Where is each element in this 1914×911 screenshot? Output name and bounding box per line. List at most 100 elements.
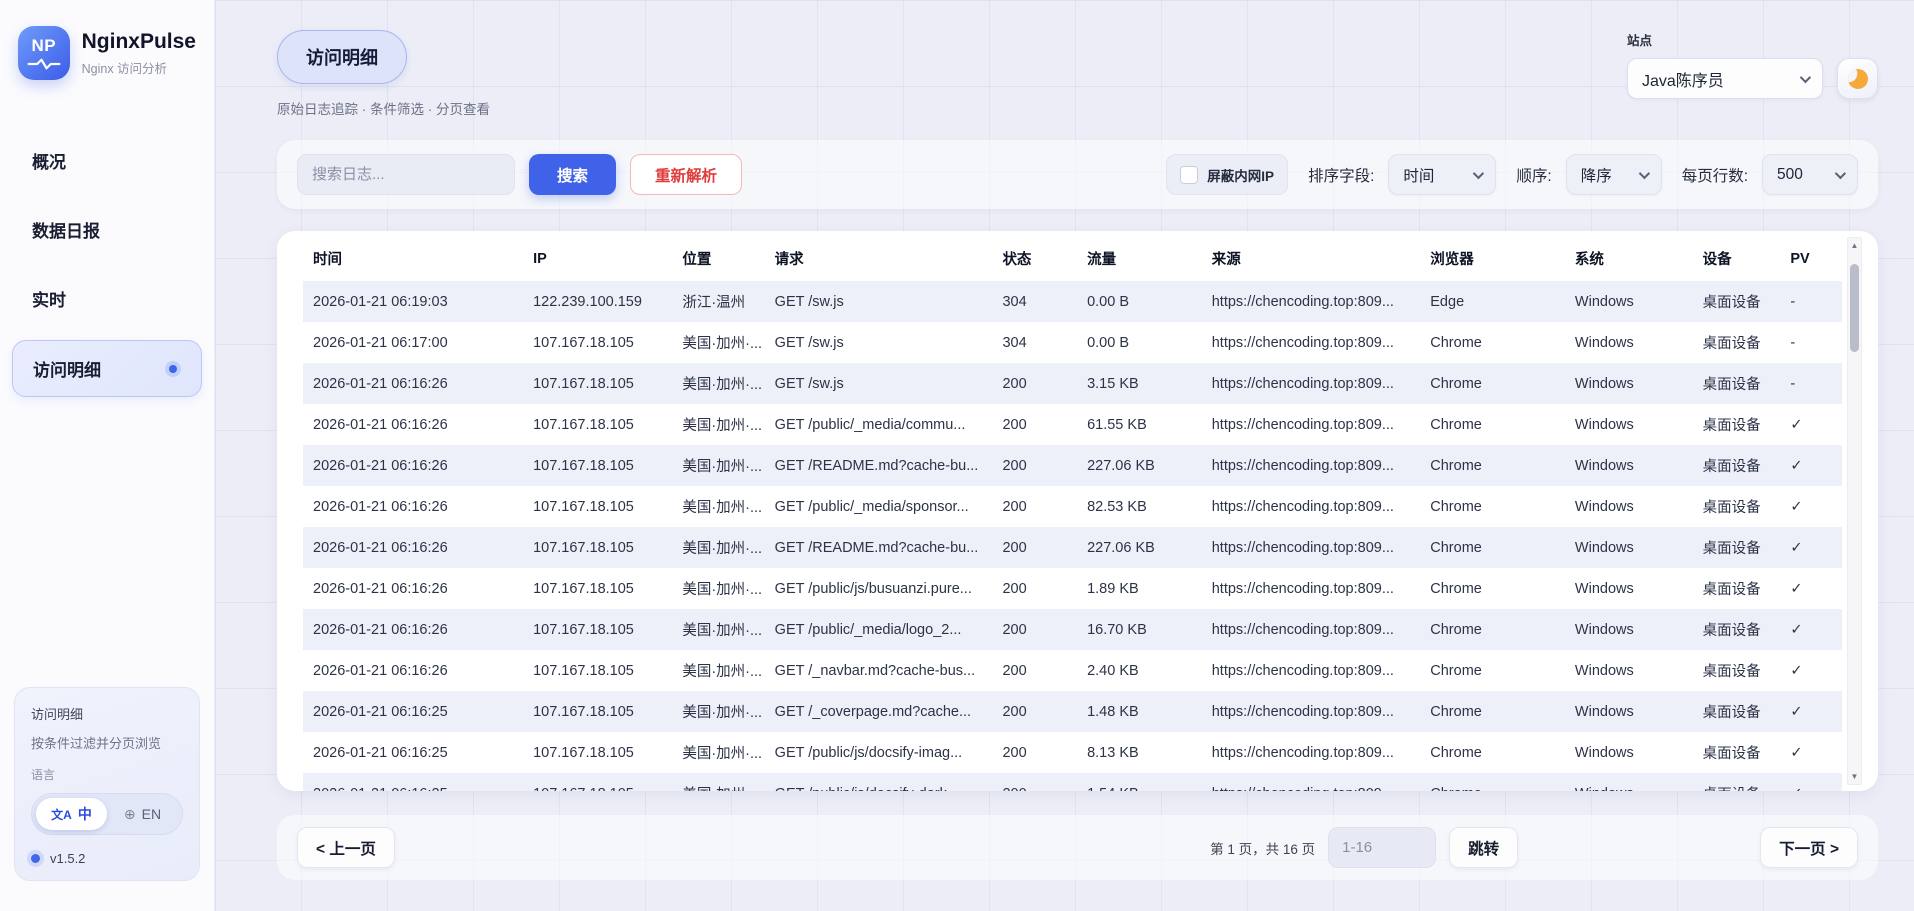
search-input[interactable] (297, 154, 515, 195)
theme-toggle-button[interactable] (1837, 58, 1878, 99)
pulse-line-icon (27, 58, 61, 70)
block-internal-ip-checkbox[interactable] (1180, 166, 1198, 184)
sidebar-item-1[interactable]: 数据日报 (12, 202, 202, 257)
page-info: 第 1 页，共 16 页 (1210, 838, 1315, 858)
page-subtitle: 原始日志追踪 · 条件筛选 · 分页查看 (277, 98, 490, 118)
site-select-value: Java陈序员 (1642, 67, 1724, 91)
sort-field-select[interactable]: 时间 (1388, 154, 1496, 195)
cell-status: 200 (992, 404, 1077, 445)
cell-location: 浙江·温州 (672, 281, 764, 322)
scroll-down-icon[interactable]: ▼ (1848, 772, 1861, 781)
moon-icon (1845, 66, 1869, 90)
cell-status: 304 (992, 281, 1077, 322)
cell-referer: https://chencoding.top:809... (1202, 404, 1421, 445)
cell-request: GET /sw.js (765, 363, 993, 404)
cell-referer: https://chencoding.top:809... (1202, 650, 1421, 691)
cell-location: 美国·加州·... (672, 691, 764, 732)
rows-per-page-select[interactable]: 500 (1762, 154, 1858, 195)
cell-time: 2026-01-21 06:16:26 (303, 404, 523, 445)
language-option-zh-label: 中 (78, 804, 92, 824)
cell-time: 2026-01-21 06:16:26 (303, 363, 523, 404)
table-row: 2026-01-21 06:16:26107.167.18.105美国·加州·.… (303, 609, 1842, 650)
cell-traffic: 1.48 KB (1077, 691, 1202, 732)
rows-per-page-label: 每页行数: (1682, 164, 1748, 186)
sidebar-item-3[interactable]: 访问明细 (12, 340, 202, 397)
cell-pv: ✓ (1780, 486, 1842, 527)
scroll-up-icon[interactable]: ▲ (1848, 241, 1861, 250)
sidebar-item-label: 实时 (32, 286, 66, 311)
cell-referer: https://chencoding.top:809... (1202, 363, 1421, 404)
globe-icon: ⊕ (124, 806, 136, 823)
cell-device: 桌面设备 (1693, 773, 1781, 791)
cell-location: 美国·加州·... (672, 363, 764, 404)
cell-ip: 107.167.18.105 (523, 732, 672, 773)
cell-browser: Chrome (1420, 445, 1565, 486)
cell-device: 桌面设备 (1693, 363, 1781, 404)
cell-status: 200 (992, 609, 1077, 650)
cell-os: Windows (1565, 445, 1693, 486)
cell-request: GET /public/_media/commu... (765, 404, 993, 445)
table-row: 2026-01-21 06:19:03122.239.100.159浙江·温州G… (303, 281, 1842, 322)
sidebar-item-label: 数据日报 (32, 217, 100, 242)
cell-traffic: 227.06 KB (1077, 445, 1202, 486)
sidebar-item-0[interactable]: 概况 (12, 133, 202, 188)
sidebar-info-card: 访问明细 按条件过滤并分页浏览 语言 文A 中 ⊕ EN v1.5.2 (14, 687, 200, 881)
site-label: 站点 (1627, 30, 1823, 49)
language-option-zh[interactable]: 文A 中 (36, 798, 107, 830)
block-internal-ip-toggle[interactable]: 屏蔽内网IP (1166, 154, 1288, 195)
cell-request: GET /README.md?cache-bu... (765, 445, 993, 486)
cell-ip: 107.167.18.105 (523, 322, 672, 363)
cell-device: 桌面设备 (1693, 322, 1781, 363)
cell-location: 美国·加州·... (672, 404, 764, 445)
cell-pv: ✓ (1780, 527, 1842, 568)
table-scrollbar[interactable]: ▲ ▼ (1847, 237, 1862, 785)
cell-status: 200 (992, 691, 1077, 732)
cell-ip: 122.239.100.159 (523, 281, 672, 322)
cell-location: 美国·加州·... (672, 445, 764, 486)
cell-ip: 107.167.18.105 (523, 404, 672, 445)
order-select[interactable]: 降序 (1566, 154, 1662, 195)
sidebar-nav: 概况数据日报实时访问明细 (0, 126, 214, 404)
cell-device: 桌面设备 (1693, 281, 1781, 322)
cell-time: 2026-01-21 06:16:26 (303, 445, 523, 486)
cell-request: GET /sw.js (765, 322, 993, 363)
cell-device: 桌面设备 (1693, 691, 1781, 732)
sort-field-label: 排序字段: (1308, 164, 1374, 186)
site-select[interactable]: Java陈序员 (1627, 58, 1823, 99)
access-log-table-card: 时间IP位置请求状态流量来源浏览器系统设备PV 2026-01-21 06:19… (277, 231, 1878, 791)
cell-referer: https://chencoding.top:809... (1202, 732, 1421, 773)
cell-browser: Chrome (1420, 363, 1565, 404)
search-button[interactable]: 搜索 (529, 154, 616, 195)
cell-referer: https://chencoding.top:809... (1202, 773, 1421, 791)
cell-browser: Chrome (1420, 486, 1565, 527)
column-header: PV (1780, 235, 1842, 281)
cell-browser: Chrome (1420, 732, 1565, 773)
cell-pv: - (1780, 281, 1842, 322)
cell-pv: ✓ (1780, 691, 1842, 732)
chevron-down-icon (1835, 167, 1846, 178)
next-page-button[interactable]: 下一页 > (1760, 827, 1858, 868)
cell-time: 2026-01-21 06:16:26 (303, 650, 523, 691)
cell-time: 2026-01-21 06:16:25 (303, 773, 523, 791)
reparse-button[interactable]: 重新解析 (630, 154, 742, 195)
cell-ip: 107.167.18.105 (523, 609, 672, 650)
cell-os: Windows (1565, 773, 1693, 791)
cell-referer: https://chencoding.top:809... (1202, 609, 1421, 650)
cell-time: 2026-01-21 06:16:26 (303, 486, 523, 527)
rows-per-page-value: 500 (1777, 166, 1803, 184)
jump-button[interactable]: 跳转 (1449, 827, 1518, 868)
cell-traffic: 0.00 B (1077, 322, 1202, 363)
cell-pv: ✓ (1780, 568, 1842, 609)
info-card-title: 访问明细 (31, 704, 183, 723)
page-jump-input[interactable] (1328, 827, 1436, 868)
cell-device: 桌面设备 (1693, 445, 1781, 486)
cell-request: GET /public/js/docsify-dark-... (765, 773, 993, 791)
cell-status: 200 (992, 732, 1077, 773)
prev-page-button[interactable]: < 上一页 (297, 827, 395, 868)
scrollbar-thumb[interactable] (1850, 264, 1859, 352)
sidebar-item-2[interactable]: 实时 (12, 271, 202, 326)
cell-os: Windows (1565, 609, 1693, 650)
language-option-en[interactable]: ⊕ EN (107, 798, 178, 830)
language-toggle: 文A 中 ⊕ EN (31, 793, 183, 835)
table-row: 2026-01-21 06:16:26107.167.18.105美国·加州·.… (303, 486, 1842, 527)
